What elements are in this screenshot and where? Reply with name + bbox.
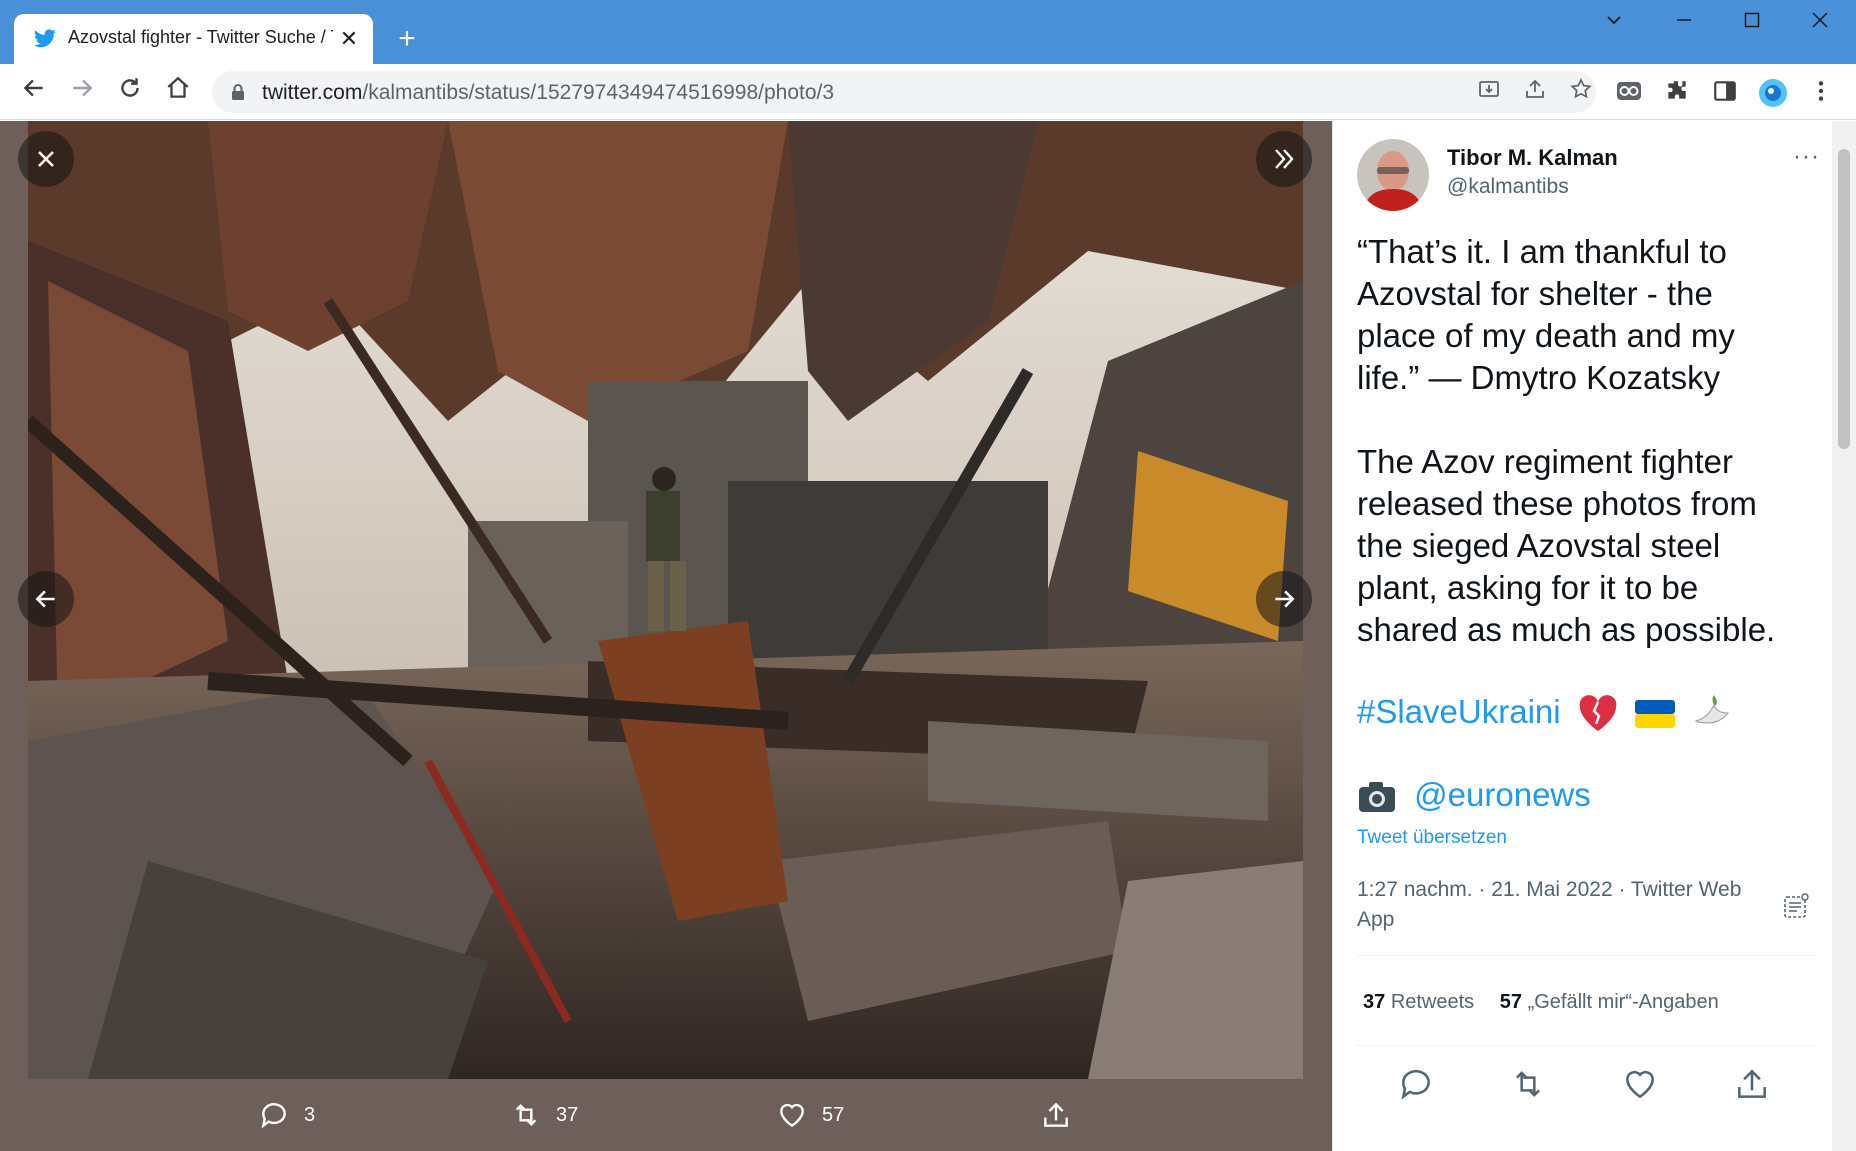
reply-icon: [261, 1103, 286, 1129]
tweet-timestamp[interactable]: 1:27 nachm. · 21. Mai 2022 · Twitter Web…: [1357, 875, 1747, 935]
forward-icon[interactable]: [64, 74, 100, 110]
back-icon[interactable]: [16, 74, 52, 110]
new-tab-button[interactable]: +: [390, 22, 424, 56]
reload-icon[interactable]: [112, 74, 148, 110]
reply-button[interactable]: 3: [258, 1093, 315, 1137]
panel-scrollbar[interactable]: [1832, 121, 1856, 1151]
analytics-icon[interactable]: [1781, 891, 1811, 921]
window-close-icon[interactable]: [1800, 8, 1840, 40]
author-name[interactable]: Tibor M. Kalman: [1447, 145, 1618, 171]
like-count: 57: [822, 1103, 845, 1126]
likes-stat[interactable]: 57 „Gefällt mir“-Angaben: [1500, 991, 1719, 1014]
divider: [1357, 1045, 1817, 1046]
author-handle[interactable]: @kalmantibs: [1447, 175, 1569, 199]
scrollbar-thumb[interactable]: [1838, 149, 1850, 449]
home-icon[interactable]: [160, 74, 196, 110]
tab-search-icon[interactable]: [1594, 8, 1634, 40]
ukraine-flag-icon: [1634, 700, 1675, 729]
browser-toolbar: twitter.com/kalmantibs/status/1527974349…: [0, 64, 1856, 120]
mention-line: @euronews: [1357, 776, 1591, 814]
hashtag-link[interactable]: #SlaveUkraini: [1357, 693, 1561, 730]
divider: [1357, 955, 1817, 956]
media-viewer: 3 37 57: [0, 121, 1332, 1151]
author-avatar[interactable]: [1357, 139, 1429, 211]
browser-tab[interactable]: Azovstal fighter - Twitter Suche / Twitt…: [14, 14, 373, 64]
share-icon[interactable]: [1520, 77, 1550, 107]
viewer-action-bar: 3 37 57: [0, 1079, 1332, 1151]
retweet-button[interactable]: 37: [510, 1093, 578, 1137]
minimize-icon[interactable]: [1664, 8, 1704, 40]
like-button[interactable]: 57: [776, 1093, 844, 1137]
engagement-stats: 37 Retweets 57 „Gefällt mir“-Angaben: [1363, 991, 1739, 1014]
bookmark-star-icon[interactable]: [1566, 77, 1596, 107]
twitter-bird-icon: [34, 29, 56, 48]
share-upload-icon: [1044, 1102, 1068, 1127]
previous-photo-button[interactable]: [18, 571, 74, 627]
heart-icon[interactable]: [1621, 1065, 1659, 1103]
retweet-count: 37: [556, 1103, 579, 1126]
tweet-detail-panel: Tibor M. Kalman @kalmantibs ··· “That’s …: [1332, 121, 1856, 1151]
tweet-photo: [28, 121, 1303, 1079]
translate-tweet-link[interactable]: Tweet übersetzen: [1357, 827, 1507, 849]
more-options-icon[interactable]: ···: [1793, 143, 1820, 171]
reply-count: 3: [304, 1103, 316, 1126]
tweet-paragraph: “That’s it. I am thankful to Azovstal fo…: [1357, 233, 1735, 396]
mention-link[interactable]: @euronews: [1414, 776, 1591, 813]
expand-panel-button[interactable]: [1256, 131, 1312, 187]
lock-icon: [232, 84, 244, 100]
share-upload-icon[interactable]: [1733, 1065, 1771, 1103]
install-app-icon[interactable]: [1474, 77, 1504, 107]
dove-icon: [1694, 695, 1730, 724]
tab-title: Azovstal fighter - Twitter Suche / Twitt…: [68, 27, 333, 47]
retweets-stat[interactable]: 37 Retweets: [1363, 991, 1474, 1014]
camera-icon: [1359, 782, 1395, 813]
heart-icon: [780, 1103, 804, 1128]
reply-icon[interactable]: [1397, 1065, 1435, 1103]
hashtag-line: #SlaveUkraini: [1357, 693, 1732, 733]
next-photo-button[interactable]: [1256, 571, 1312, 627]
extensions-puzzle-icon[interactable]: [1662, 78, 1692, 108]
retweet-icon[interactable]: [1509, 1065, 1547, 1103]
retweet-icon: [515, 1103, 537, 1127]
close-viewer-button[interactable]: [18, 131, 74, 187]
tweet-paragraph: The Azov regiment fighter released these…: [1357, 443, 1776, 648]
maximize-icon[interactable]: [1732, 8, 1772, 40]
browser-titlebar: Azovstal fighter - Twitter Suche / Twitt…: [0, 0, 1856, 64]
address-bar[interactable]: twitter.com/kalmantibs/status/1527974349…: [212, 71, 1596, 113]
tab-close-icon[interactable]: ✕: [336, 26, 362, 52]
extension-glasses-icon[interactable]: [1614, 78, 1644, 108]
tweet-text: “That’s it. I am thankful to Azovstal fo…: [1357, 231, 1797, 693]
reading-list-icon[interactable]: [1710, 78, 1740, 108]
share-button[interactable]: [1040, 1093, 1072, 1137]
profile-avatar-icon[interactable]: [1758, 78, 1788, 108]
broken-heart-icon: [1579, 695, 1617, 732]
url-text: twitter.com/kalmantibs/status/1527974349…: [262, 81, 835, 104]
browser-menu-icon[interactable]: [1806, 78, 1836, 108]
tweet-action-row: [1357, 1059, 1817, 1109]
